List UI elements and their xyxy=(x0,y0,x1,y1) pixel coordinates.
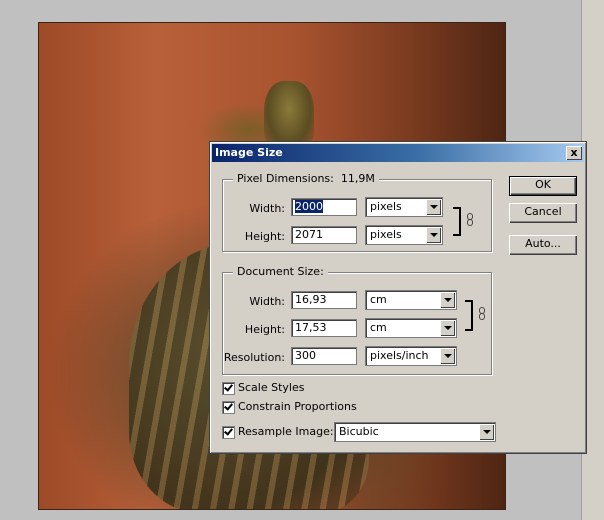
checkbox-checked-icon[interactable] xyxy=(222,426,235,439)
pixel-dimensions-title: Pixel Dimensions: 11,9M xyxy=(233,172,379,185)
scale-styles-label: Scale Styles xyxy=(238,381,305,394)
resample-image-label: Resample Image: xyxy=(238,425,334,438)
resolution-unit-select[interactable]: pixels/inch xyxy=(365,346,457,366)
resolution-input[interactable]: 300 xyxy=(291,347,357,365)
chevron-down-icon xyxy=(440,320,455,336)
chain-link-icon xyxy=(479,307,485,320)
close-button[interactable]: x xyxy=(566,146,582,160)
doc-height-unit-select[interactable]: cm xyxy=(365,318,457,338)
resample-method-select[interactable]: Bicubic xyxy=(334,422,496,442)
chevron-down-icon xyxy=(426,199,441,215)
document-size-title: Document Size: xyxy=(233,265,328,278)
auto-button[interactable]: Auto... xyxy=(509,235,577,255)
pixel-link-bracket xyxy=(453,207,461,236)
resolution-label: Resolution: xyxy=(223,351,285,364)
doc-height-input[interactable]: 17,53 xyxy=(291,319,357,337)
chain-link-icon xyxy=(467,213,473,226)
pixel-height-input[interactable]: 2071 xyxy=(291,226,357,244)
cancel-button[interactable]: Cancel xyxy=(509,203,577,223)
doc-width-label: Width: xyxy=(249,295,285,308)
constrain-proportions-label: Constrain Proportions xyxy=(238,400,357,413)
doc-link-bracket xyxy=(465,300,473,331)
pixel-width-label: Width: xyxy=(249,202,285,215)
pixel-height-unit-select[interactable]: pixels xyxy=(365,225,443,245)
document-size-group: Document Size: Width: 16,93 cm Height: 1… xyxy=(222,265,492,375)
pixel-dimensions-group: Pixel Dimensions: 11,9M Width: 2000 pixe… xyxy=(222,172,492,252)
chevron-down-icon xyxy=(440,292,455,308)
doc-width-input[interactable]: 16,93 xyxy=(291,291,357,309)
doc-width-unit-select[interactable]: cm xyxy=(365,290,457,310)
image-size-dialog: Image Size x Pixel Dimensions: 11,9M Wid… xyxy=(209,141,587,454)
dialog-titlebar[interactable]: Image Size x xyxy=(212,144,584,162)
pixel-width-input[interactable]: 2000 xyxy=(291,198,357,216)
doc-height-label: Height: xyxy=(244,323,285,336)
chevron-down-icon xyxy=(426,227,441,243)
checkbox-checked-icon[interactable] xyxy=(222,401,235,414)
chevron-down-icon xyxy=(479,424,494,440)
dialog-title: Image Size xyxy=(215,146,283,159)
checkbox-checked-icon[interactable] xyxy=(222,382,235,395)
pixel-dimensions-value: 11,9M xyxy=(340,172,375,185)
close-icon: x xyxy=(570,146,578,159)
pixel-width-unit-select[interactable]: pixels xyxy=(365,197,443,217)
ok-button[interactable]: OK xyxy=(509,176,577,196)
chevron-down-icon xyxy=(440,348,455,364)
pixel-height-label: Height: xyxy=(244,230,285,243)
